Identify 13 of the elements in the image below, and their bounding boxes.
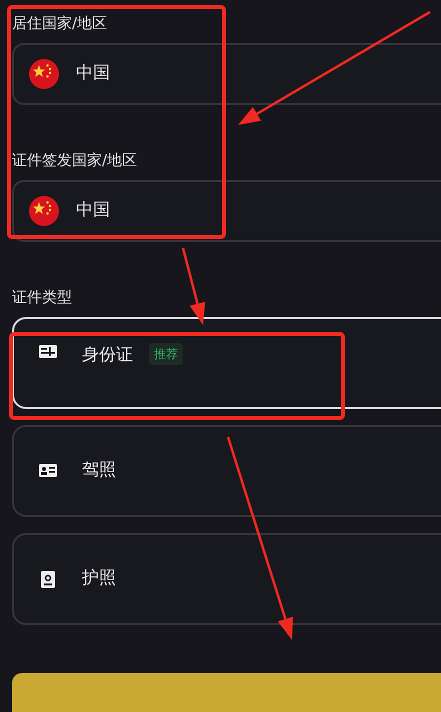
flag-icon: [28, 58, 60, 90]
document-option[interactable]: 护照: [12, 533, 441, 625]
field-label: 证件签发国家/地区: [12, 153, 138, 168]
country-select[interactable]: 中国: [12, 180, 441, 242]
flag-icon: [28, 195, 60, 227]
document-option[interactable]: 驾照: [12, 425, 441, 517]
document-option[interactable]: 身份证 推荐: [12, 317, 441, 409]
recommended-tag: 推荐: [149, 343, 183, 365]
field-label: 居住国家/地区: [12, 16, 108, 31]
submit-button[interactable]: [12, 673, 441, 712]
field-label: 证件类型: [12, 290, 72, 305]
country-select[interactable]: 中国: [12, 43, 441, 105]
passport-icon: [38, 570, 58, 588]
